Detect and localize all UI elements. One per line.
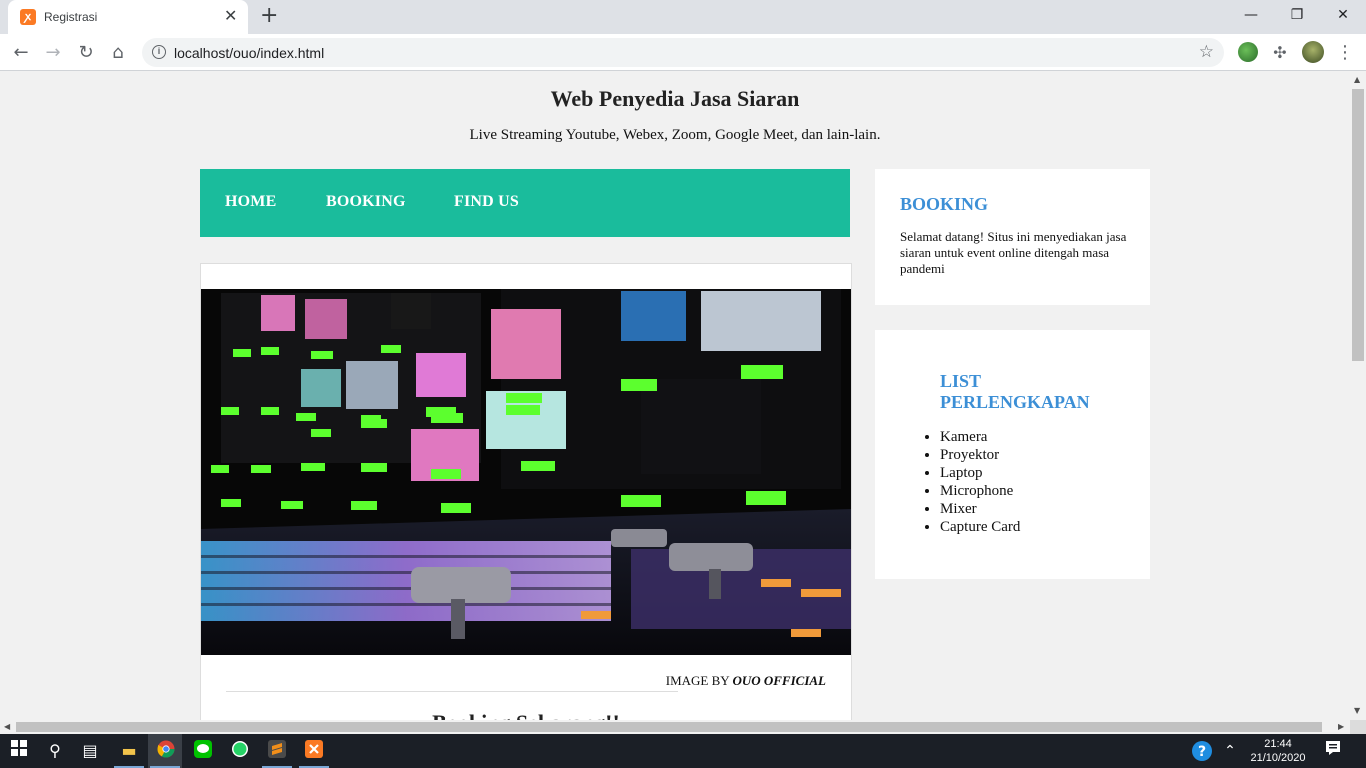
xampp-icon[interactable] [303,740,325,762]
nav-home-link[interactable]: HOME [225,193,276,211]
clock-date: 21/10/2020 [1250,752,1306,764]
system-clock[interactable]: 21:44 21/10/2020 [1244,737,1312,765]
browser-toolbar: ← → ↻ ⌂ i localhost/ouo/index.html ☆ ✣ ⋮ [0,34,1366,71]
notification-center-icon[interactable] [1322,740,1344,762]
site-tagline: Live Streaming Youtube, Webex, Zoom, Goo… [469,127,881,143]
equipment-item: Capture Card [940,518,1020,536]
tab-title: Registrasi [44,10,98,24]
horizontal-scrollbar[interactable]: ◀ ▶ [0,720,1350,734]
chrome-icon[interactable] [155,740,177,762]
back-arrow-icon[interactable]: ← [10,42,32,64]
main-navigation: HOME BOOKING FIND US [200,169,850,237]
equipment-card-title: LIST PERLENGKAPAN [940,371,1090,412]
scrollbar-corner [1350,720,1366,734]
chevron-up-icon[interactable]: ⌃ [1219,740,1241,762]
vertical-scroll-thumb[interactable] [1352,89,1364,361]
home-icon[interactable]: ⌂ [107,42,129,64]
extensions-puzzle-icon[interactable]: ✣ [1269,42,1291,64]
tab-close-icon[interactable]: ✕ [224,7,237,25]
equipment-item: Microphone [940,482,1020,500]
line-app-icon[interactable] [192,740,214,762]
site-title: Web Penyedia Jasa Siaran [550,86,800,111]
profile-avatar[interactable] [1302,41,1324,63]
broadcast-studio-image [201,289,851,655]
vertical-scrollbar[interactable]: ▲ ▼ [1350,71,1366,720]
svg-text:?: ? [1198,744,1206,760]
restore-button[interactable]: ❐ [1274,4,1320,26]
equipment-item: Proyektor [940,446,1020,464]
windows-taskbar: ⚲ ▤ ▬ ? ⌃ 21:44 21/10/2020 [0,734,1366,768]
booking-card-text: Selamat datang! Situs ini menyediakan ja… [900,229,1127,276]
address-bar[interactable]: i localhost/ouo/index.html ☆ [142,38,1224,67]
address-url[interactable]: localhost/ouo/index.html [174,45,324,61]
image-caption: IMAGE BY OUO OFFICIAL [666,673,826,689]
task-view-icon[interactable]: ▤ [79,740,101,762]
page-viewport: Web Penyedia Jasa Siaran Live Streaming … [0,71,1350,720]
scroll-left-arrow-icon[interactable]: ◀ [4,722,10,731]
xampp-favicon-icon: ꭗ [20,9,36,25]
extension-globe-icon[interactable] [1238,42,1258,62]
equipment-item: Laptop [940,464,1020,482]
close-window-button[interactable]: ✕ [1320,4,1366,26]
nav-booking-link[interactable]: BOOKING [326,193,406,211]
caption-divider [226,691,678,692]
windows-start-icon[interactable] [8,740,30,762]
equipment-item: Mixer [940,500,1020,518]
scroll-right-arrow-icon[interactable]: ▶ [1338,722,1344,731]
browser-tabstrip: ꭗ Registrasi ✕ + — ❐ ✕ [0,0,1366,34]
equipment-card: LIST PERLENGKAPAN Kamera Proyektor Lapto… [875,330,1150,579]
scroll-down-arrow-icon[interactable]: ▼ [1354,706,1360,715]
new-tab-button[interactable]: + [260,5,278,27]
main-article: IMAGE BY OUO OFFICIAL Booking Sekarang!! [200,263,852,720]
caption-prefix: IMAGE BY [665,673,733,688]
help-icon[interactable]: ? [1191,740,1213,762]
whatsapp-icon[interactable] [229,740,251,762]
forward-arrow-icon[interactable]: → [42,42,64,64]
scroll-up-arrow-icon[interactable]: ▲ [1354,75,1360,84]
browser-tab[interactable]: ꭗ Registrasi ✕ [8,0,248,34]
clock-time: 21:44 [1264,738,1292,750]
article-heading: Booking Sekarang!! [201,710,851,720]
nav-find-us-link[interactable]: FIND US [454,193,519,211]
sublime-text-icon[interactable] [266,740,288,762]
booking-card-title: BOOKING [900,194,989,214]
bookmark-star-icon[interactable]: ☆ [1199,42,1214,62]
minimize-button[interactable]: — [1228,4,1274,26]
caption-author: OUO OFFICIAL [732,673,826,688]
equipment-list: Kamera Proyektor Laptop Microphone Mixer… [940,428,1020,536]
reload-icon[interactable]: ↻ [75,42,97,64]
site-info-icon[interactable]: i [152,45,166,59]
booking-card: BOOKING Selamat datang! Situs ini menyed… [875,169,1150,305]
horizontal-scroll-thumb[interactable] [16,722,1322,732]
search-icon[interactable]: ⚲ [44,740,66,762]
browser-menu-icon[interactable]: ⋮ [1334,42,1356,64]
file-explorer-icon[interactable]: ▬ [118,740,140,762]
equipment-item: Kamera [940,428,1020,446]
